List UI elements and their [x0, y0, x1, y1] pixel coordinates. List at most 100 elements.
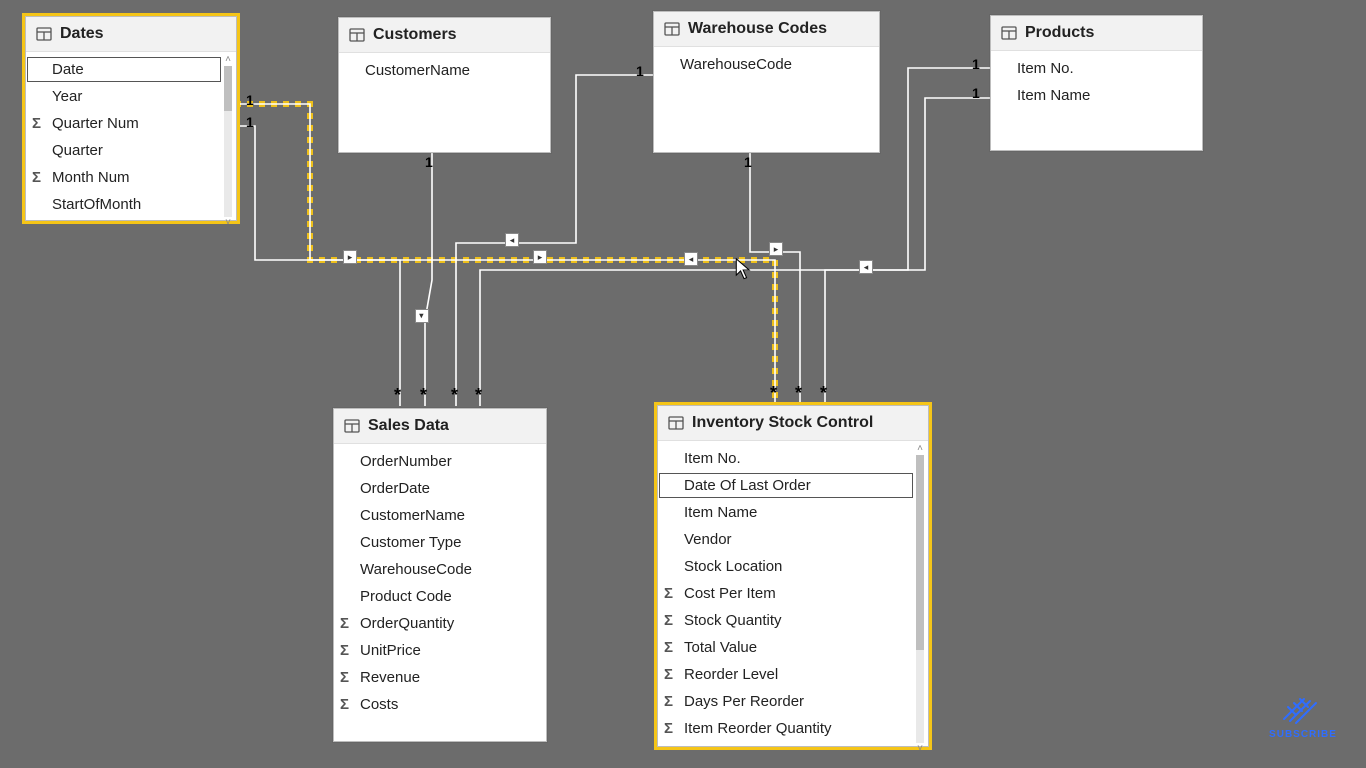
mouse-cursor: [735, 258, 753, 282]
field-row[interactable]: Σ Days Per Reorder: [658, 688, 928, 715]
many-cardinality: *: [420, 385, 427, 406]
field-name: Revenue: [360, 669, 420, 686]
field-row[interactable]: ΣCost Per Item: [658, 580, 928, 607]
field-row[interactable]: WarehouseCode: [334, 556, 546, 583]
field-row[interactable]: Σ Costs: [334, 691, 546, 718]
field-row[interactable]: Date Of Last Order: [658, 472, 914, 499]
field-row[interactable]: ΣOrderQuantity: [334, 610, 546, 637]
model-canvas[interactable]: ▸▸▸▸▸▸▸ 1111111******* DatesDateYearΣQua…: [0, 0, 1366, 768]
field-name: Item Name: [684, 504, 757, 521]
field-row[interactable]: ΣQuarter Num: [26, 110, 236, 137]
sigma-icon: Σ: [664, 720, 673, 737]
sigma-icon: Σ: [340, 696, 349, 713]
table-header[interactable]: Dates: [26, 17, 236, 52]
many-cardinality: *: [795, 383, 802, 404]
field-name: Month Num: [52, 169, 130, 186]
field-row[interactable]: ΣMonth Num: [26, 164, 236, 191]
field-row[interactable]: Item Name: [991, 82, 1202, 109]
field-name: Quarter: [52, 142, 103, 159]
field-row[interactable]: Vendor: [658, 526, 928, 553]
field-name: CustomerName: [365, 62, 470, 79]
scroll-up-icon[interactable]: ˄: [914, 443, 926, 455]
field-name: Product Code: [360, 588, 452, 605]
field-row[interactable]: Σ Total Value: [658, 634, 928, 661]
scroll-down-icon[interactable]: ˅: [914, 743, 926, 755]
table-header[interactable]: Products: [991, 16, 1202, 51]
sigma-icon: Σ: [664, 693, 673, 710]
field-row[interactable]: Item No.: [991, 55, 1202, 82]
sigma-icon: Σ: [664, 639, 673, 656]
field-name: Year: [52, 88, 82, 105]
scroll-up-icon[interactable]: ˄: [222, 54, 234, 66]
field-row[interactable]: Customer Type: [334, 529, 546, 556]
field-name: StartOfMonth: [52, 196, 141, 213]
many-cardinality: *: [475, 385, 482, 406]
filter-direction-icon: ▸: [505, 233, 519, 247]
table-header[interactable]: Sales Data: [334, 409, 546, 444]
field-row[interactable]: OrderDate: [334, 475, 546, 502]
field-row[interactable]: Stock Location: [658, 553, 928, 580]
sigma-icon: Σ: [340, 669, 349, 686]
field-name: OrderQuantity: [360, 615, 454, 632]
field-row[interactable]: ΣStock Quantity: [658, 607, 928, 634]
scrollbar[interactable]: ˄˅: [914, 443, 926, 755]
field-row[interactable]: Product Code: [334, 583, 546, 610]
field-list: CustomerName: [339, 53, 550, 163]
filter-direction-icon: ▸: [533, 250, 547, 264]
field-row[interactable]: Date: [26, 56, 222, 83]
table-inventory[interactable]: Inventory Stock Control Item No.Date Of L…: [657, 405, 929, 747]
field-name: WarehouseCode: [680, 56, 792, 73]
field-row[interactable]: CustomerName: [334, 502, 546, 529]
subscribe-label: SUBSCRIBE: [1269, 729, 1337, 740]
table-icon: [36, 26, 52, 42]
table-sales[interactable]: Sales Data OrderNumber OrderDateCustomerNa…: [333, 408, 547, 742]
field-row[interactable]: ΣReorder Level: [658, 661, 928, 688]
scrollbar[interactable]: ˄˅: [222, 54, 234, 229]
table-customers[interactable]: Customers CustomerName: [338, 17, 551, 153]
filter-direction-icon: ▸: [684, 252, 698, 266]
scroll-thumb[interactable]: [224, 66, 232, 111]
field-row[interactable]: Σ Revenue: [334, 664, 546, 691]
field-list: Item No. Item Name: [991, 51, 1202, 161]
field-name: Item No.: [1017, 60, 1074, 77]
field-row[interactable]: ΣUnitPrice: [334, 637, 546, 664]
table-icon: [668, 415, 684, 431]
scroll-down-icon[interactable]: ˅: [222, 217, 234, 229]
table-title: Products: [1025, 24, 1094, 42]
one-cardinality: 1: [972, 56, 980, 72]
field-name: Costs: [360, 696, 398, 713]
field-row[interactable]: OrderNumber: [334, 448, 546, 475]
field-name: Vendor: [684, 531, 732, 548]
field-row[interactable]: CustomerName: [339, 57, 550, 84]
table-header[interactable]: Warehouse Codes: [654, 12, 879, 47]
table-title: Inventory Stock Control: [692, 414, 873, 432]
field-name: OrderNumber: [360, 453, 452, 470]
filter-direction-icon: ▸: [769, 242, 783, 256]
many-cardinality: *: [394, 385, 401, 406]
relation-warehouse-inventory[interactable]: [750, 151, 800, 404]
field-row[interactable]: Quarter: [26, 137, 236, 164]
scroll-thumb[interactable]: [916, 455, 924, 650]
field-row[interactable]: Year: [26, 83, 236, 110]
field-name: Quarter Num: [52, 115, 139, 132]
field-row[interactable]: StartOfMonth: [26, 191, 236, 218]
relation-customers-sales[interactable]: [425, 151, 432, 406]
table-dates[interactable]: Dates Date Year ΣQuarter Num Quarter ΣMonth N…: [25, 16, 237, 221]
table-header[interactable]: Customers: [339, 18, 550, 53]
sigma-icon: Σ: [664, 585, 673, 602]
field-name: Days Per Reorder: [684, 693, 804, 710]
table-icon: [664, 21, 680, 37]
relation-dates-sales[interactable]: [235, 126, 400, 406]
field-list: Date Year ΣQuarter Num Quarter ΣMonth Num Sta…: [26, 52, 236, 231]
field-row[interactable]: Item Name: [658, 499, 928, 526]
field-name: Customer Type: [360, 534, 461, 551]
field-row[interactable]: ΣItem Reorder Quantity: [658, 715, 928, 742]
field-row[interactable]: Item No.: [658, 445, 928, 472]
field-name: Stock Quantity: [684, 612, 782, 629]
table-warehouse[interactable]: Warehouse Codes WarehouseCode: [653, 11, 880, 153]
table-header[interactable]: Inventory Stock Control: [658, 406, 928, 441]
many-cardinality: *: [451, 385, 458, 406]
field-name: Total Value: [684, 639, 757, 656]
table-products[interactable]: Products Item No. Item Name: [990, 15, 1203, 151]
field-row[interactable]: WarehouseCode: [654, 51, 879, 78]
